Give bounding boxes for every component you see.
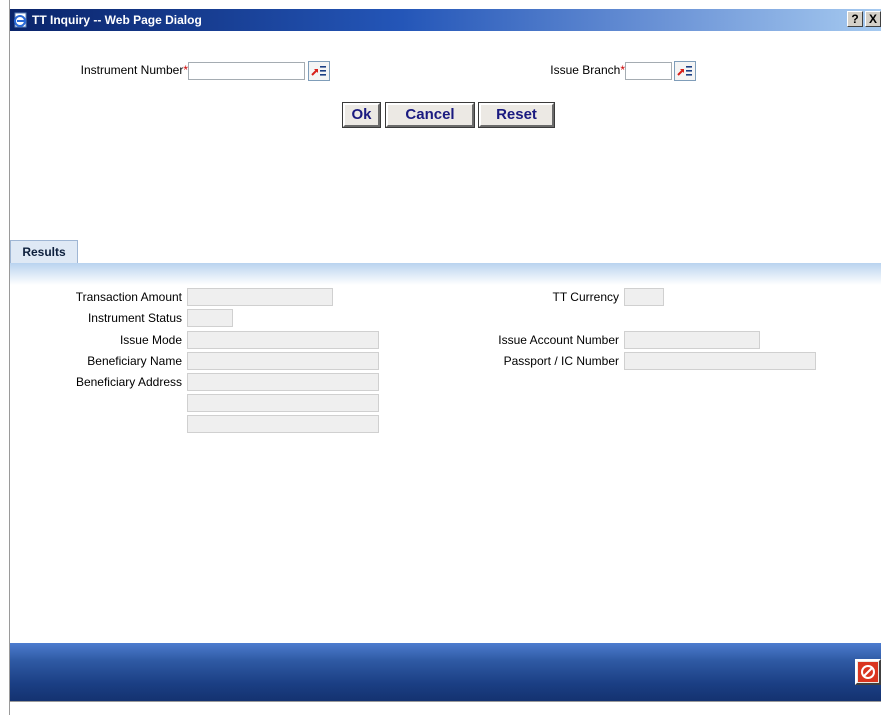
beneficiary-address-label: Beneficiary Address [75,375,182,389]
beneficiary-address-line-3 [187,415,379,433]
issue-account-number-label: Issue Account Number [498,333,619,347]
close-button[interactable]: X [865,11,881,27]
transaction-amount-field [187,288,333,306]
tab-header-band [10,263,881,285]
instrument-number-input[interactable] [188,62,305,80]
instrument-status-field [187,309,233,327]
help-button[interactable]: ? [847,11,863,27]
tt-currency-label: TT Currency [552,290,619,304]
issue-branch-input[interactable] [625,62,672,80]
beneficiary-name-field [187,352,379,370]
passport-ic-number-label: Passport / IC Number [503,354,619,368]
reset-button[interactable]: Reset [478,102,555,128]
instrument-number-lov-button[interactable] [308,61,330,81]
instrument-number-label: Instrument Number* [80,63,188,77]
cancel-button[interactable]: Cancel [385,102,475,128]
exit-button[interactable] [855,659,881,685]
window-edge [0,0,10,715]
transaction-amount-label: Transaction Amount [75,290,182,304]
ok-button[interactable]: Ok [342,102,381,128]
dialog-content: Instrument Number* Issue Branch* Ok Canc… [10,31,881,701]
ie-page-icon [13,12,29,28]
tab-results[interactable]: Results [10,240,78,263]
footer-bar [10,643,881,701]
issue-branch-lov-button[interactable] [674,61,696,81]
exit-icon [858,662,878,682]
issue-mode-field [187,331,379,349]
dialog-window: TT Inquiry -- Web Page Dialog ? X Instru… [0,0,881,716]
window-title: TT Inquiry -- Web Page Dialog [32,13,202,27]
issue-branch-label: Issue Branch* [550,63,625,77]
issue-mode-label: Issue Mode [119,333,182,347]
beneficiary-address-line-2 [187,394,379,412]
list-of-values-icon [677,66,692,76]
passport-ic-number-field [624,352,816,370]
instrument-status-label: Instrument Status [87,311,182,325]
beneficiary-name-label: Beneficiary Name [87,354,182,368]
list-of-values-icon [311,66,326,76]
title-bar[interactable]: TT Inquiry -- Web Page Dialog ? X [10,9,881,31]
issue-account-number-field [624,331,760,349]
tt-currency-field [624,288,664,306]
beneficiary-address-line-1 [187,373,379,391]
status-strip [10,701,881,716]
